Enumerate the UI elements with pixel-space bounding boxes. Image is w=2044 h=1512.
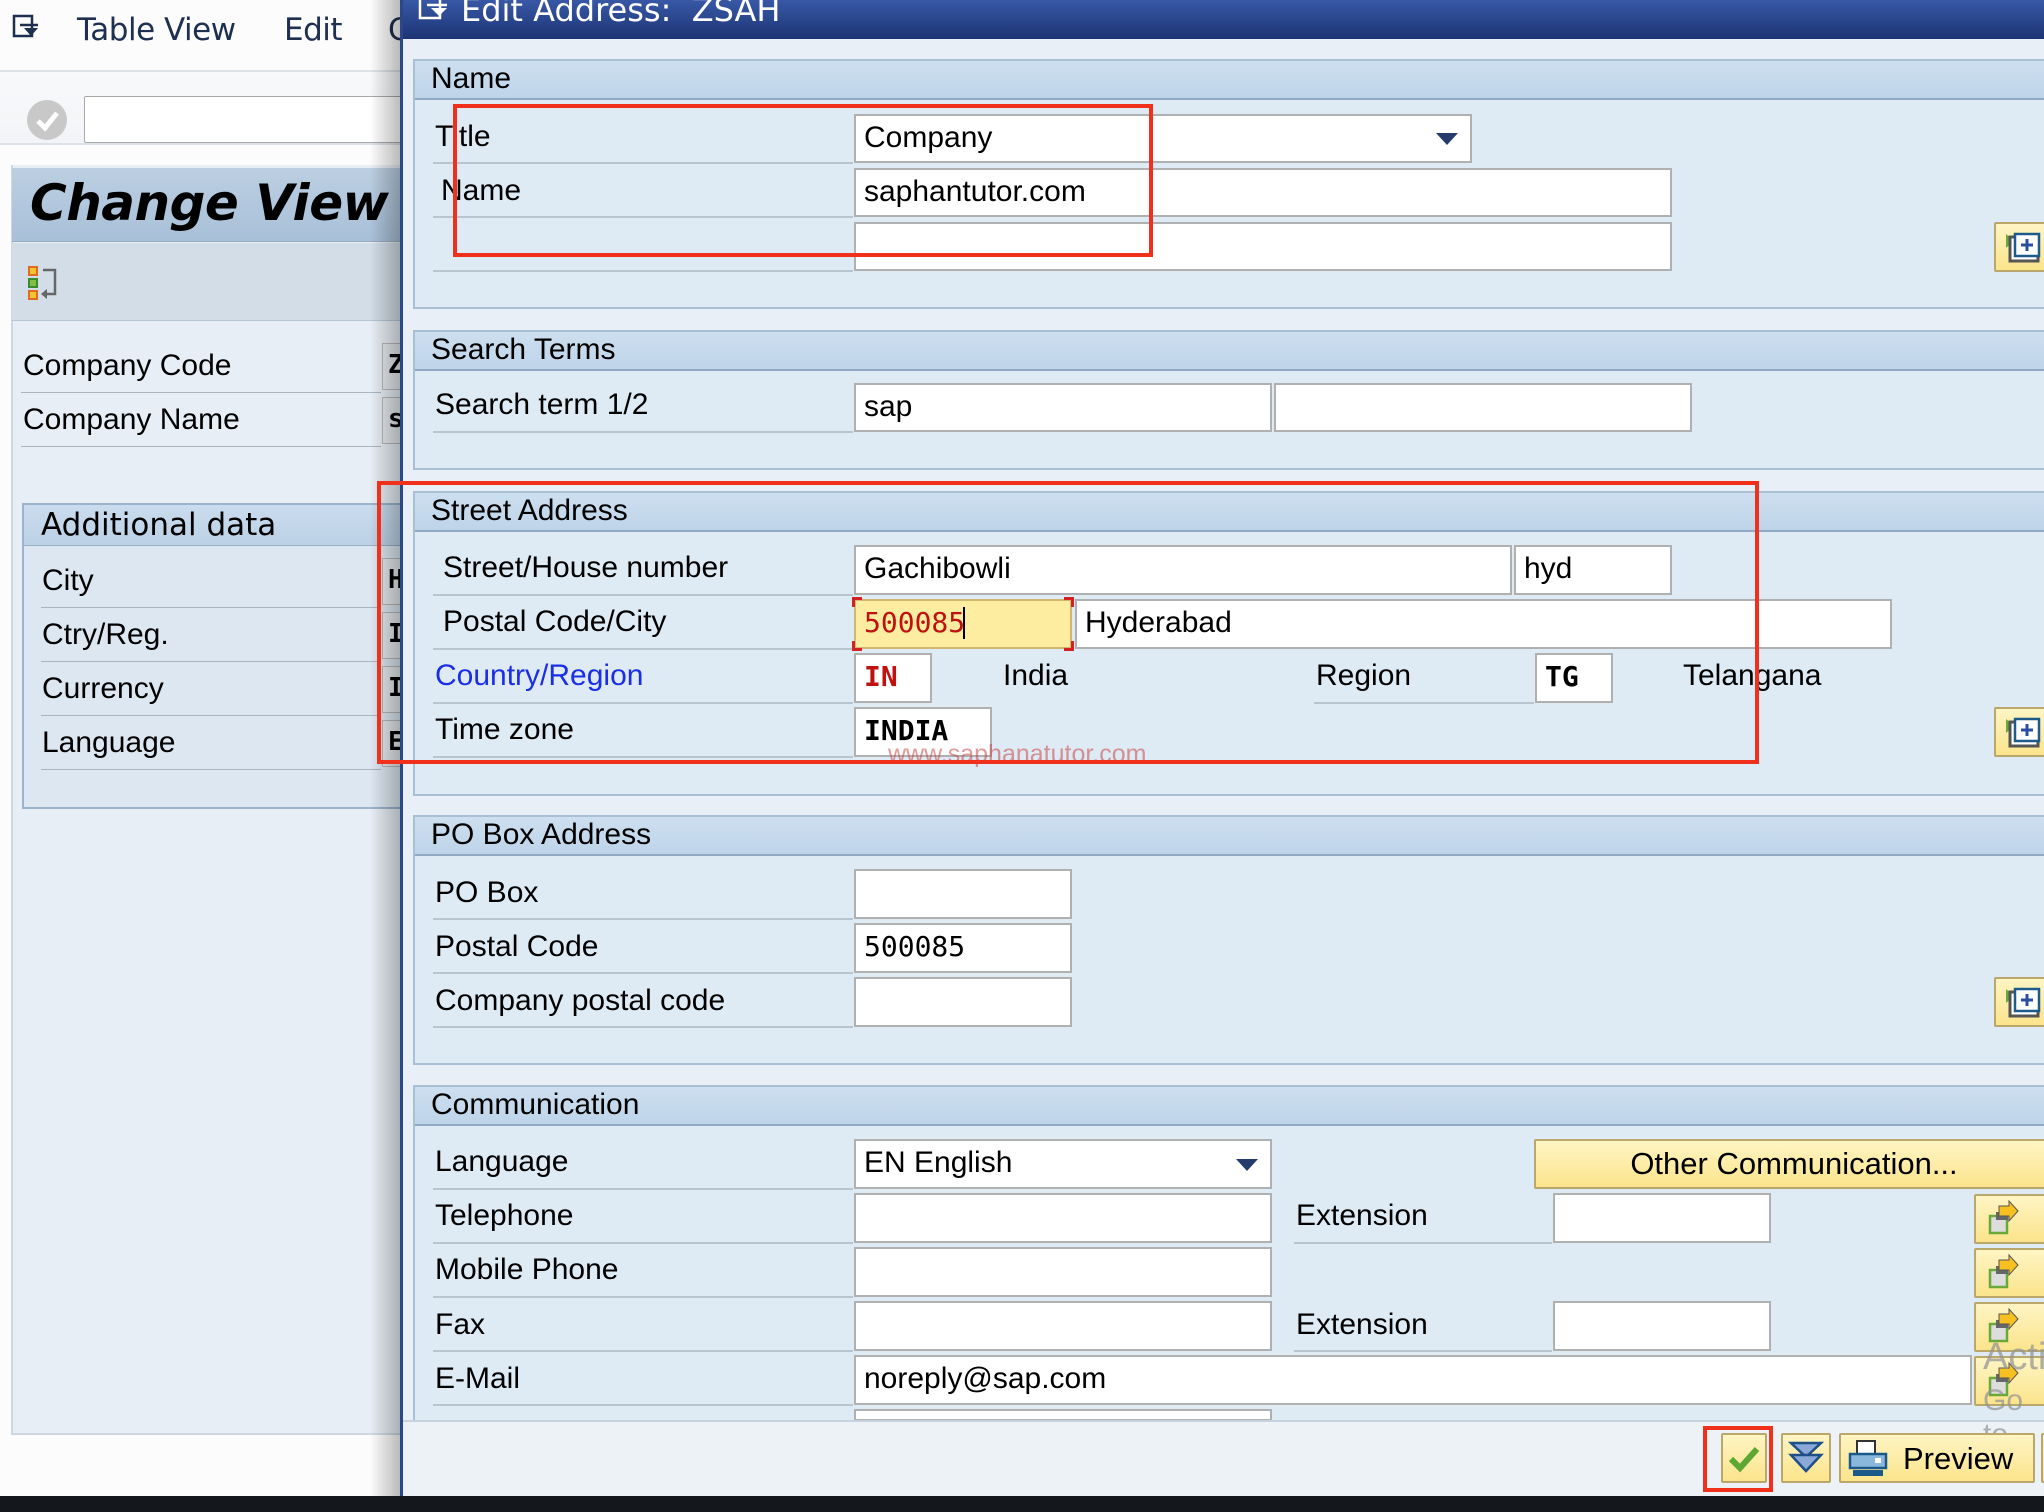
- edit-address-dialog: Edit Address: ZSAH Name Title Company Na…: [377, 0, 2044, 1496]
- expand-fields-icon: [2006, 987, 2041, 1018]
- search-term-2-input[interactable]: [1274, 383, 1692, 432]
- taskbar-strip: [0, 1496, 2044, 1512]
- navigation-structure-icon[interactable]: [27, 265, 63, 301]
- telephone-more-button[interactable]: [1974, 1194, 2044, 1244]
- highlight-box-street-address: [377, 481, 1759, 764]
- mobile-input[interactable]: [854, 1247, 1272, 1297]
- search-terms-header: Search Terms: [415, 332, 2044, 371]
- dialog-title: Edit Address: ZSAH: [461, 0, 781, 29]
- row-divider: [433, 431, 853, 433]
- menu-table-view[interactable]: Table View: [77, 12, 236, 48]
- more-names-button[interactable]: [1994, 222, 2044, 272]
- telephone-extension-input[interactable]: [1553, 1193, 1771, 1243]
- company-postal-code-label: Company postal code: [435, 984, 726, 1017]
- printer-icon: [1848, 1440, 1888, 1476]
- po-box-label: PO Box: [435, 876, 539, 909]
- dialog-title-bar[interactable]: Edit Address: ZSAH: [403, 0, 2044, 39]
- email-input[interactable]: noreply@sap.com: [854, 1355, 1972, 1405]
- row-divider: [433, 1188, 853, 1190]
- row-divider: [21, 446, 381, 447]
- command-field[interactable]: [84, 96, 414, 143]
- more-po-box-fields-button[interactable]: [1994, 977, 2044, 1027]
- fax-extension-label: Extension: [1296, 1308, 1428, 1341]
- edit-document-icon: [418, 0, 447, 20]
- search-terms-title: Search Terms: [431, 333, 616, 366]
- row-divider: [433, 1404, 853, 1406]
- row-divider: [41, 769, 381, 770]
- goto-arrow-icon: [1988, 1199, 2019, 1235]
- menu-icon[interactable]: [12, 14, 40, 40]
- comm-language-label: Language: [435, 1145, 569, 1178]
- company-code-label: Company Code: [23, 349, 232, 382]
- row-divider: [433, 1350, 853, 1352]
- row-divider: [433, 1296, 853, 1298]
- preview-button[interactable]: Preview: [1839, 1433, 2035, 1483]
- row-divider: [41, 661, 381, 662]
- email-label: E-Mail: [435, 1362, 521, 1395]
- country-label: Ctry/Reg.: [42, 618, 169, 651]
- check-icon: [36, 111, 59, 132]
- telephone-label: Telephone: [435, 1199, 574, 1232]
- expand-fields-icon: [2006, 232, 2041, 263]
- background-menu-bar: Table View Edit G: [0, 0, 412, 68]
- po-box-header: PO Box Address: [415, 817, 2044, 856]
- communication-title: Communication: [431, 1088, 640, 1121]
- additional-data-title: Additional data: [41, 507, 277, 543]
- row-divider: [41, 607, 381, 608]
- row-divider: [433, 918, 853, 920]
- background-title-bar: Change View "C: [12, 168, 467, 242]
- row-divider: [433, 1026, 853, 1028]
- communication-header: Communication: [415, 1087, 2044, 1126]
- search-term-1-input[interactable]: sap: [854, 383, 1272, 432]
- other-communication-button[interactable]: Other Communication...: [1534, 1139, 2044, 1189]
- row-divider: [21, 392, 381, 393]
- fax-extension-input[interactable]: [1553, 1301, 1771, 1351]
- row-divider: [1294, 1350, 1552, 1352]
- mobile-more-button[interactable]: [1974, 1248, 2044, 1298]
- language-label: Language: [42, 726, 176, 759]
- city-label: City: [42, 564, 94, 597]
- additional-data-group: Additional data: [22, 503, 422, 809]
- highlight-box-confirm: [1703, 1426, 1773, 1492]
- fax-input[interactable]: [854, 1301, 1272, 1351]
- search-term-label: Search term 1/2: [435, 388, 649, 421]
- telephone-extension-label: Extension: [1296, 1199, 1428, 1232]
- telephone-input[interactable]: [854, 1193, 1272, 1243]
- background-toolbar: [0, 70, 414, 145]
- dropdown-arrow-icon: [1236, 1159, 1258, 1171]
- currency-label: Currency: [42, 672, 164, 705]
- preview-label: Preview: [1903, 1441, 2014, 1476]
- row-divider: [433, 1242, 853, 1244]
- menu-edit[interactable]: Edit: [284, 12, 343, 48]
- row-divider: [1294, 1242, 1552, 1244]
- mobile-label: Mobile Phone: [435, 1253, 619, 1286]
- po-box-title: PO Box Address: [431, 818, 652, 851]
- row-divider: [41, 715, 381, 716]
- double-chevron-down-icon: [1787, 1441, 1825, 1473]
- activate-windows-watermark: Acti: [1983, 1336, 2044, 1378]
- goto-arrow-icon: [1988, 1253, 2019, 1289]
- dropdown-arrow-icon: [1436, 133, 1458, 145]
- po-postal-code-label: Postal Code: [435, 930, 599, 963]
- name-section-title: Name: [431, 62, 512, 95]
- fax-label: Fax: [435, 1308, 486, 1341]
- expand-button[interactable]: [1781, 1433, 1831, 1483]
- background-application-toolbar: [12, 243, 412, 321]
- highlight-box-name: [453, 104, 1153, 257]
- enter-button[interactable]: [27, 100, 67, 140]
- additional-data-header: Additional data: [24, 505, 420, 546]
- po-postal-code-input[interactable]: 500085: [854, 923, 1072, 973]
- company-name-label: Company Name: [23, 403, 240, 436]
- po-box-input[interactable]: [854, 869, 1072, 919]
- company-postal-code-input[interactable]: [854, 977, 1072, 1027]
- row-divider: [433, 270, 853, 272]
- expand-fields-icon: [2006, 717, 2041, 748]
- comm-language-value: EN English: [864, 1146, 1013, 1179]
- row-divider: [433, 972, 853, 974]
- comm-language-dropdown[interactable]: EN English: [854, 1139, 1272, 1189]
- more-address-fields-button[interactable]: [1994, 707, 2044, 757]
- name-section-header: Name: [415, 61, 2044, 100]
